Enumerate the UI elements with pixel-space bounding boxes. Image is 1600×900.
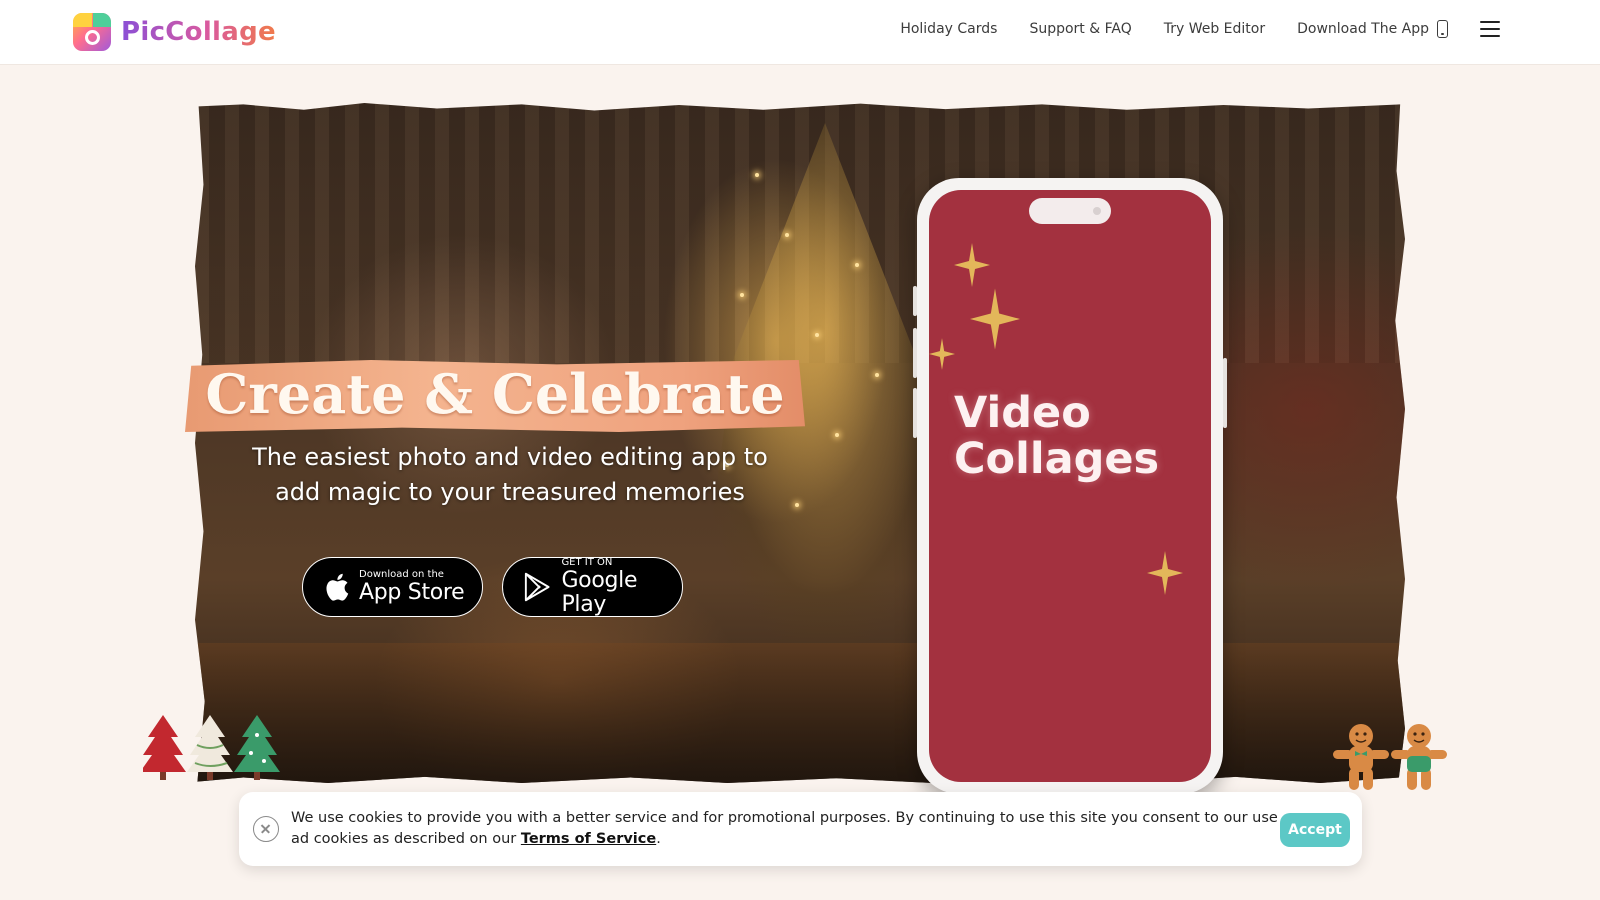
phone-mockup: Video Collages <box>913 178 1227 794</box>
nav-support-faq[interactable]: Support & FAQ <box>1029 21 1131 37</box>
hero-subheading-line-1: The easiest photo and video editing app … <box>252 443 768 471</box>
cookie-message-text: We use cookies to provide you with a bet… <box>291 810 1278 847</box>
cookie-consent-bar: We use cookies to provide you with a bet… <box>239 792 1362 866</box>
piccollage-logo-icon <box>73 13 111 51</box>
app-store-button[interactable]: Download on the App Store <box>302 557 483 617</box>
brand-name: PicCollage <box>121 17 276 47</box>
phone-screen-title-line-2: Collages <box>954 434 1160 484</box>
gold-sparkle-icon <box>954 243 990 287</box>
white-tree-icon <box>187 715 233 780</box>
nav-holiday-cards[interactable]: Holiday Cards <box>900 21 997 37</box>
gingerbread-men-decoration <box>1333 724 1447 790</box>
gold-sparkle-icon <box>970 288 1020 350</box>
green-tree-icon <box>234 715 280 780</box>
hero-headline: Create & Celebrate <box>205 362 785 426</box>
gold-sparkle-icon <box>929 338 955 370</box>
google-play-button[interactable]: GET IT ON Google Play <box>502 557 683 617</box>
gold-sparkle-icon <box>1147 551 1183 595</box>
gingerbread-man-icon <box>1391 724 1447 790</box>
apple-icon <box>326 573 349 601</box>
phone-notch <box>1029 198 1111 224</box>
phone-screen: Video Collages <box>929 190 1211 782</box>
main-nav: Holiday Cards Support & FAQ Try Web Edit… <box>900 20 1500 38</box>
terms-of-service-link[interactable]: Terms of Service <box>521 831 656 847</box>
cookie-message: We use cookies to provide you with a bet… <box>291 808 1291 850</box>
google-play-icon <box>524 572 550 602</box>
nav-try-web-editor[interactable]: Try Web Editor <box>1164 21 1265 37</box>
hamburger-menu-icon[interactable] <box>1480 21 1500 37</box>
christmas-trees-decoration <box>143 715 280 780</box>
google-play-label: Google Play <box>561 568 638 617</box>
gingerbread-man-icon <box>1333 724 1389 790</box>
hero-subheading-line-2: add magic to your treasured memories <box>275 478 745 506</box>
nav-download-app-label: Download The App <box>1297 21 1429 37</box>
piccollage-logo[interactable]: PicCollage <box>73 13 276 51</box>
accept-cookies-button[interactable]: Accept <box>1280 813 1350 847</box>
app-store-label: App Store <box>359 580 465 605</box>
cookie-message-end: . <box>656 831 661 847</box>
phone-screen-title: Video Collages <box>954 390 1194 482</box>
phone-screen-title-line-1: Video <box>954 388 1091 438</box>
red-tree-icon <box>143 715 186 780</box>
nav-download-app[interactable]: Download The App <box>1297 20 1448 38</box>
close-circle-icon[interactable] <box>253 816 279 842</box>
phone-icon <box>1437 20 1448 38</box>
site-header: PicCollage Holiday Cards Support & FAQ T… <box>0 0 1600 65</box>
hero-subheading: The easiest photo and video editing app … <box>215 440 805 510</box>
